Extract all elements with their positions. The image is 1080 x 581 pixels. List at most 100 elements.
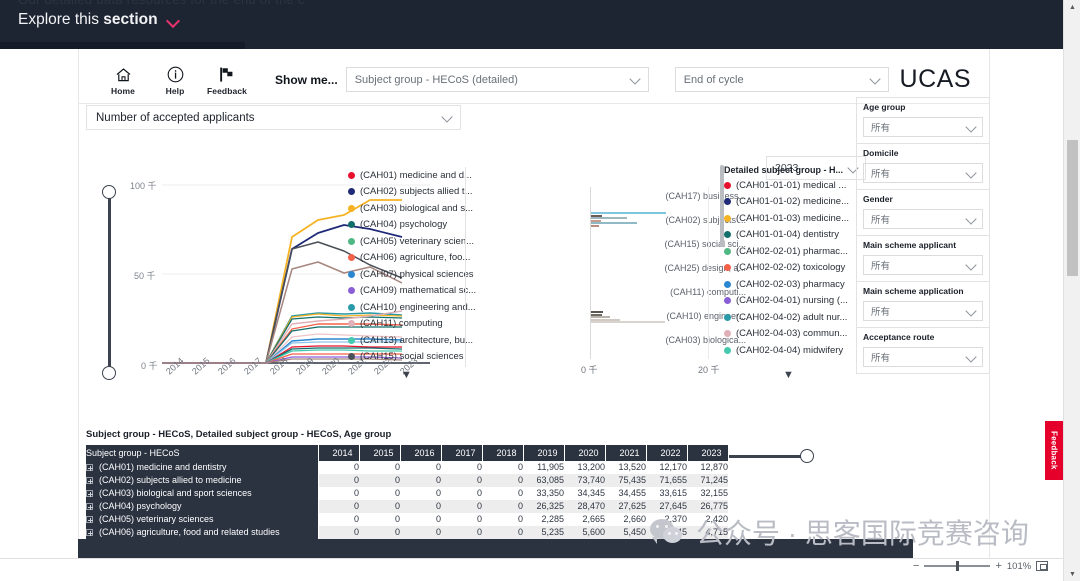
feedback-tab[interactable]: Feedback [1045,421,1063,480]
zoom-control[interactable]: − + 101% [913,560,1049,572]
table-row[interactable]: (CAH06) agriculture, food and related st… [86,526,728,539]
scrollbar-thumb[interactable] [1067,140,1078,276]
legend-item[interactable]: (CAH04) psychology [348,217,456,234]
expand-plus-icon[interactable] [86,464,93,472]
col-header-2019[interactable]: 2019 [523,445,565,461]
cycle-select[interactable]: End of cycle [674,67,889,92]
legend-item[interactable]: (CAH03) biological and s... [348,200,473,217]
row-label-cell[interactable]: (CAH05) veterinary sciences [86,513,319,526]
caret-down-icon[interactable]: ▼ [1064,567,1080,581]
zoom-slider-handle[interactable] [956,561,959,571]
col-header-2016[interactable]: 2016 [400,445,442,461]
legend-item[interactable]: (CAH01-01-01) medical ... [724,177,846,194]
col-header-2017[interactable]: 2017 [441,445,483,461]
legend-item[interactable]: (CAH01-01-04) dentistry [724,227,844,244]
table-row[interactable]: (CAH05) veterinary sciences 0 0 0 0 0 2,… [86,513,728,526]
legend-scrollbar[interactable] [720,165,724,247]
cell: 2,420 [687,513,728,526]
filter-select[interactable]: 所有 [863,163,983,183]
table-row[interactable]: (CAH02) subjects allied to medicine 0 0 … [86,474,728,487]
col-header-2015[interactable]: 2015 [359,445,401,461]
row-label-cell[interactable]: (CAH06) agriculture, food and related st… [86,526,319,539]
line-chart-legend[interactable]: (CAH01) medicine and d... (CAH02) subjec… [348,167,476,366]
home-button[interactable]: Home [97,66,149,96]
col-header-2018[interactable]: 2018 [482,445,524,461]
y-tick-label-100k: 100 千 [130,181,157,191]
table-row[interactable]: (CAH01) medicine and dentistry 0 0 0 0 0… [86,461,728,474]
legend-item[interactable]: (CAH02-04-03) commun... [724,326,847,343]
feedback-button[interactable]: Feedback [201,66,253,96]
cell: 0 [441,500,482,513]
filter-select[interactable]: 所有 [863,301,983,321]
slider-handle-min[interactable] [102,366,116,380]
row-label-cell[interactable]: (CAH04) psychology [86,500,319,513]
cell: 0 [482,487,523,500]
filter-select[interactable]: 所有 [863,209,983,229]
legend-item[interactable]: (CAH11) computing [348,316,456,333]
legend-expand-caret-down-icon[interactable]: ▼ [783,369,794,381]
explore-this-section-toggle[interactable]: Explore this section [18,11,180,29]
expand-plus-icon[interactable] [86,516,93,524]
row-label-cell[interactable]: (CAH01) medicine and dentistry [86,461,319,474]
cell: 26,775 [687,500,728,513]
legend-label: (CAH04) psychology [360,219,448,231]
expand-plus-icon[interactable] [86,477,93,485]
col-header-2014[interactable]: 2014 [318,445,360,461]
fullscreen-icon[interactable] [1036,561,1049,571]
col-header-2023[interactable]: 2023 [687,445,729,461]
help-button[interactable]: Help [149,66,201,96]
legend-item[interactable]: (CAH01-01-02) medicine... [724,194,849,211]
expand-plus-icon[interactable] [86,529,93,537]
legend-item[interactable]: (CAH02-02-02) toxicology [724,260,845,277]
legend-item[interactable]: (CAH06) agriculture, foo... [348,250,470,267]
subject-group-select[interactable]: Subject group - HECoS (detailed) [345,67,649,92]
col-header-2021[interactable]: 2021 [605,445,647,461]
legend-item[interactable]: (CAH02-04-01) nursing (... [724,293,848,310]
expand-plus-icon[interactable] [86,503,93,511]
plus-icon[interactable]: + [995,560,1001,572]
table-row[interactable]: (CAH04) psychology 0 0 0 0 0 26,325 28,4… [86,500,728,513]
bar[interactable] [591,321,665,323]
legend-item[interactable]: (CAH15) social sciences [348,349,463,366]
bar[interactable] [591,212,666,214]
filter-select[interactable]: 所有 [863,255,983,275]
legend-swatch [348,303,355,311]
chevron-down-icon[interactable] [167,14,180,27]
legend-item[interactable]: (CAH02-04-02) adult nur... [724,309,847,326]
row-label-cell[interactable]: (CAH03) biological and sport sciences [86,487,319,500]
bar-chart-legend[interactable]: Detailed subject group - H... (CAH01-01-… [724,165,849,359]
legend-item[interactable]: (CAH01) medicine and d... [348,167,472,184]
legend-item[interactable]: (CAH10) engineering and... [348,299,476,316]
legend-divider [465,167,466,367]
browser-scrollbar[interactable]: ▲ ▼ [1063,0,1080,581]
legend-item[interactable]: (CAH02) subjects allied t... [348,184,472,201]
legend-item[interactable]: (CAH01-01-03) medicine... [724,210,849,227]
legend-item[interactable]: (CAH02-04-04) midwifery [724,342,844,359]
col-header-subject[interactable]: Subject group - HECoS [86,445,319,461]
expand-plus-icon[interactable] [86,490,93,498]
minus-icon[interactable]: − [913,560,919,572]
row-label: (CAH05) veterinary sciences [99,514,214,524]
bar[interactable] [591,224,599,227]
y-axis-range-slider[interactable] [102,185,118,380]
col-header-2020[interactable]: 2020 [564,445,606,461]
legend-item[interactable]: (CAH05) veterinary scien... [348,233,474,250]
status-bar [0,558,1069,581]
legend-item[interactable]: (CAH07) physical sciences [348,266,474,283]
table-row[interactable]: (CAH03) biological and sport sciences 0 … [86,487,728,500]
cell: 71,655 [646,474,687,487]
filter-select[interactable]: 所有 [863,347,983,367]
filter-select[interactable]: 所有 [863,117,983,137]
row-label-cell[interactable]: (CAH02) subjects allied to medicine [86,474,319,487]
col-header-2022[interactable]: 2022 [646,445,688,461]
feedback-label: Feedback [206,85,247,96]
zoom-slider[interactable] [924,561,991,571]
legend-item[interactable]: (CAH02-02-01) pharmac... [724,243,848,260]
measure-select[interactable]: Number of accepted applicants [86,105,461,130]
legend-item[interactable]: (CAH09) mathematical sc... [348,283,476,300]
slider-handle-max[interactable] [102,185,116,199]
caret-up-icon[interactable]: ▲ [1064,0,1080,14]
legend-expand-caret-down-icon[interactable]: ▼ [401,369,412,381]
legend-item[interactable]: (CAH13) architecture, bu... [348,332,473,349]
legend-item[interactable]: (CAH02-02-03) pharmacy [724,276,845,293]
